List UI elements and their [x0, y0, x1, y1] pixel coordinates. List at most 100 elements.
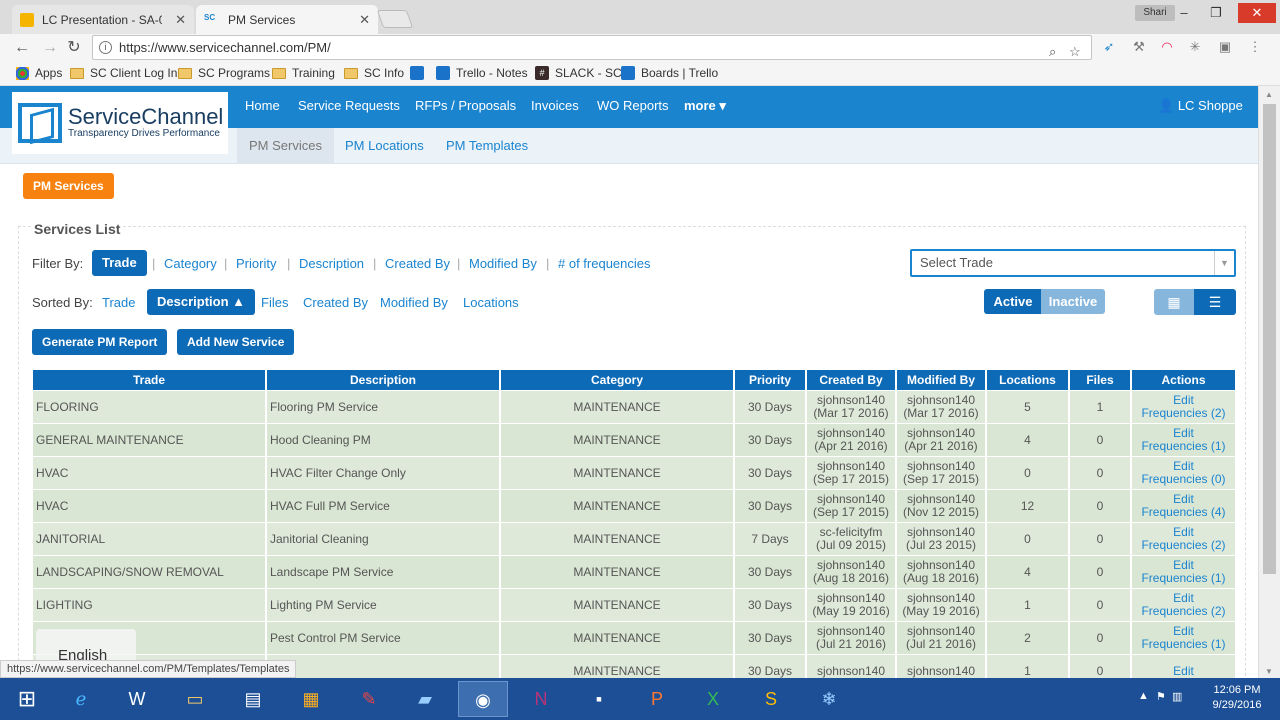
close-tab-icon[interactable]: ✕ [359, 12, 370, 28]
scroll-down-icon[interactable]: ▼ [1265, 667, 1273, 676]
frequencies-link[interactable]: Frequencies (4) [1132, 506, 1235, 519]
chrome-icon[interactable]: ◉ [458, 681, 508, 717]
bookmark-star-icon[interactable]: ☆ [1069, 40, 1081, 63]
nav-home[interactable]: Home [245, 98, 280, 113]
filter-priority[interactable]: Priority [236, 256, 276, 271]
file-explorer-icon[interactable]: ▭ [170, 681, 220, 717]
sort-locations[interactable]: Locations [463, 295, 519, 310]
nav-wo-reports[interactable]: WO Reports [597, 98, 669, 113]
bookmark-sc-programs[interactable]: SC Programs [178, 66, 270, 80]
sort-trade[interactable]: Trade [102, 295, 135, 310]
column-header-modified-by[interactable]: Modified By [897, 370, 985, 390]
chat-icon[interactable]: ▪ [574, 681, 624, 717]
chevron-down-icon[interactable]: ▼ [1214, 251, 1234, 275]
list-view-icon[interactable]: ☰ [1194, 289, 1236, 315]
windows-start-icon[interactable]: ⊞ [0, 681, 54, 717]
column-header-category[interactable]: Category [501, 370, 733, 390]
address-bar[interactable]: i https://www.servicechannel.com/PM/ ⌕ ☆ [92, 35, 1092, 60]
system-clock[interactable]: 12:06 PM 9/29/2016 [1198, 683, 1276, 713]
filter-description[interactable]: Description [299, 256, 364, 271]
tab-pm-templates[interactable]: PM Templates [434, 128, 540, 164]
bookmark-sc-info[interactable]: SC Info [344, 66, 404, 80]
nav-more[interactable]: more ▾ [684, 98, 726, 114]
bookmark-apps[interactable]: Apps [16, 66, 62, 80]
frequencies-link[interactable]: Frequencies (2) [1132, 539, 1235, 552]
scrollbar-thumb[interactable] [1263, 104, 1276, 574]
acrobat-icon[interactable]: ✎ [344, 681, 394, 717]
edit-link[interactable]: Edit [1132, 664, 1235, 678]
table-row[interactable]: FLOORING Flooring PM Service MAINTENANCE 30… [33, 391, 1235, 423]
extension-rainbow-icon[interactable]: ◠ [1158, 38, 1176, 56]
table-row[interactable]: Pest Control PM Service MAINTENANCE 30 Day… [33, 622, 1235, 654]
excel-icon[interactable]: X [688, 681, 738, 717]
tray-network-icon[interactable]: ▥ [1172, 690, 1182, 703]
grid-view-icon[interactable]: ▦ [1154, 289, 1194, 315]
forward-icon[interactable]: → [40, 38, 60, 58]
column-header-trade[interactable]: Trade [33, 370, 265, 390]
scroll-up-icon[interactable]: ▲ [1265, 90, 1273, 99]
sort-modified-by[interactable]: Modified By [380, 295, 448, 310]
bookmark-slack-sc[interactable]: # SLACK - SC [535, 66, 622, 80]
user-menu[interactable]: 👤 LC Shoppe [1158, 98, 1243, 114]
nav-rfps-proposals[interactable]: RFPs / Proposals [415, 98, 516, 113]
back-icon[interactable]: ← [12, 38, 32, 58]
extension-square-icon[interactable]: ▣ [1216, 38, 1234, 56]
bookmark-trello-notes[interactable]: Trello - Notes [436, 66, 528, 80]
extension-tool-icon[interactable]: ⚒ [1130, 38, 1148, 56]
bookmark-boards-trello[interactable]: Boards | Trello [621, 66, 718, 80]
app-grid-icon[interactable]: ▦ [286, 681, 336, 717]
tray-chevron-icon[interactable]: ▲ [1138, 690, 1149, 702]
filter-created-by[interactable]: Created By [385, 256, 450, 271]
column-header-description[interactable]: Description [267, 370, 499, 390]
page-scrollbar[interactable]: ▲ ▼ [1258, 86, 1280, 678]
frequencies-link[interactable]: Frequencies (0) [1132, 473, 1235, 486]
bookmark-training[interactable]: Training [272, 66, 335, 80]
sort-created-by[interactable]: Created By [303, 295, 368, 310]
tray-flag-icon[interactable]: ⚑ [1156, 690, 1166, 703]
info-icon[interactable]: i [99, 41, 112, 54]
filter-category[interactable]: Category [164, 256, 217, 271]
reload-icon[interactable]: ↻ [64, 38, 84, 58]
new-tab-button[interactable] [376, 10, 414, 28]
tab-pm-locations[interactable]: PM Locations [333, 128, 436, 164]
filter-trade[interactable]: Trade [92, 250, 147, 276]
column-header-priority[interactable]: Priority [735, 370, 805, 390]
slack-app-icon[interactable]: S [746, 681, 796, 717]
notes-icon[interactable]: ▰ [400, 681, 450, 717]
inactive-toggle[interactable]: Inactive [1041, 289, 1105, 314]
internet-explorer-icon[interactable]: ℯ [56, 681, 106, 717]
frequencies-link[interactable]: Frequencies (2) [1132, 605, 1235, 618]
table-row[interactable]: GENERAL MAINTENANCE Hood Cleaning PM MAINT… [33, 424, 1235, 456]
bookmark-sc-client-log-in[interactable]: SC Client Log In [70, 66, 177, 80]
active-toggle[interactable]: Active [984, 289, 1042, 314]
word-icon[interactable]: W [112, 681, 162, 717]
column-header-created-by[interactable]: Created By [807, 370, 895, 390]
snowflake-app-icon[interactable]: ❄ [804, 681, 854, 717]
chrome-menu-icon[interactable]: ⋮ [1246, 38, 1264, 56]
extension-rocket-icon[interactable]: ➶ [1100, 38, 1118, 56]
windows-store-icon[interactable]: ▤ [228, 681, 278, 717]
pm-services-button[interactable]: PM Services [23, 173, 114, 199]
table-row[interactable]: JANITORIAL Janitorial Cleaning MAINTENANCE… [33, 523, 1235, 555]
table-row[interactable]: LANDSCAPING/SNOW REMOVAL Landscape PM Ser… [33, 556, 1235, 588]
generate-pm-report-button[interactable]: Generate PM Report [32, 329, 168, 355]
sort-files[interactable]: Files [261, 295, 288, 310]
extension-loader-icon[interactable]: ✳ [1186, 38, 1204, 56]
column-header-files[interactable]: Files [1070, 370, 1130, 390]
trade-select[interactable]: Select Trade ▼ [910, 249, 1236, 277]
browser-tab-pm-services[interactable]: SC PM Services ✕ [196, 5, 378, 34]
sort-description[interactable]: Description ▲ [147, 289, 255, 315]
servicechannel-logo[interactable]: ServiceChannel Transparency Drives Perfo… [12, 92, 228, 154]
browser-tab-lc-presentation[interactable]: LC Presentation - SA-030 ✕ [12, 5, 194, 34]
nav-invoices[interactable]: Invoices [531, 98, 579, 113]
filter-frequencies[interactable]: # of frequencies [558, 256, 651, 271]
maximize-icon[interactable]: ❐ [1202, 3, 1230, 23]
bookmark-trello[interactable] [410, 66, 430, 80]
table-row[interactable]: HVAC HVAC Filter Change Only MAINTENANCE 30… [33, 457, 1235, 489]
frequencies-link[interactable]: Frequencies (1) [1132, 572, 1235, 585]
table-row[interactable]: HVAC HVAC Full PM Service MAINTENANCE 30 Da… [33, 490, 1235, 522]
onenote-icon[interactable]: N [516, 681, 566, 717]
filter-modified-by[interactable]: Modified By [469, 256, 537, 271]
powerpoint-icon[interactable]: P [632, 681, 682, 717]
zoom-icon[interactable]: ⌕ [1049, 40, 1056, 63]
